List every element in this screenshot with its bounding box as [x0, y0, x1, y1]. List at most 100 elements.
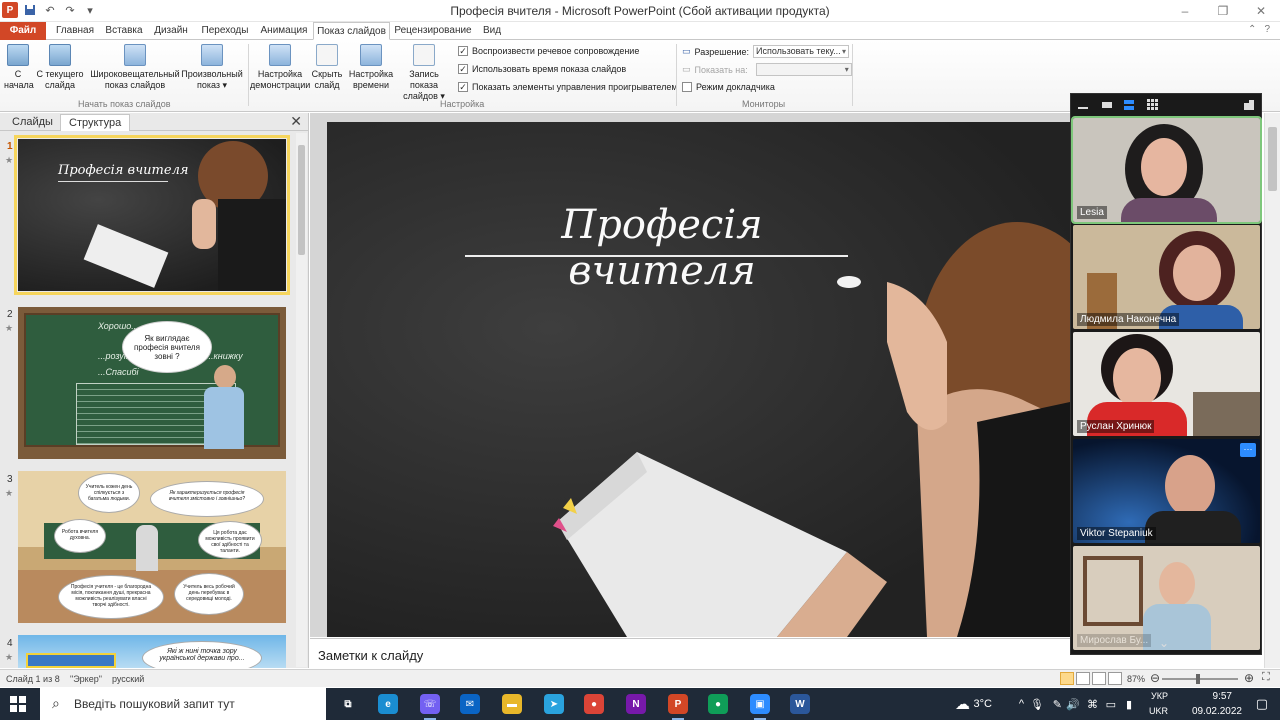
tab-review[interactable]: Рецензирование [394, 22, 472, 40]
show-media-controls-checkbox[interactable]: ✓ Показать элементы управления проигрыва… [458, 82, 678, 92]
slide-counter: Слайд 1 из 8 [6, 674, 60, 684]
hide-slide-icon [316, 44, 338, 66]
exit-fullscreen-icon[interactable] [1243, 99, 1255, 111]
from-current-slide-button[interactable]: С текущего слайда [34, 44, 86, 91]
speaker-view-icon[interactable] [1123, 99, 1135, 111]
teacher-photo [168, 139, 286, 291]
normal-view-button[interactable] [1060, 672, 1074, 685]
zoom-slider-knob[interactable] [1196, 674, 1200, 684]
notes-pane[interactable]: Заметки к слайду [310, 638, 1070, 669]
close-panel-icon[interactable]: ✕ [290, 113, 302, 130]
tab-slides[interactable]: Слайды [4, 114, 61, 131]
use-timings-checkbox[interactable]: ✓ Использовать время показа слайдов [458, 64, 626, 74]
more-options-button[interactable]: ··· [1240, 443, 1256, 457]
tab-design[interactable]: Дизайн [150, 22, 192, 40]
slide-scrollbar[interactable] [1264, 113, 1280, 668]
edge-icon[interactable]: e [378, 694, 398, 714]
clock-date[interactable]: 09.02.2022 [1192, 706, 1242, 717]
scrollbar-thumb[interactable] [1268, 127, 1277, 191]
participant-tile[interactable]: Руслан Хринюк [1073, 332, 1260, 436]
tab-file[interactable]: Файл [0, 22, 46, 40]
window-controls: – ❐ ✕ [1166, 0, 1280, 22]
group-separator [248, 44, 249, 106]
slide-thumbnail-4[interactable]: Які ж нині точка зору української держав… [18, 635, 286, 668]
powerpoint-icon[interactable]: P [668, 694, 688, 720]
current-slide[interactable]: Професія вчителя [327, 122, 1070, 637]
tab-insert[interactable]: Вставка [102, 22, 146, 40]
tab-home[interactable]: Главная [50, 22, 100, 40]
tab-slide-show[interactable]: Показ слайдов [313, 22, 390, 40]
timing-icon [360, 44, 382, 66]
zoom-icon[interactable]: ▣ [750, 694, 770, 720]
play-narrations-checkbox[interactable]: ✓ Воспроизвести речевое сопровождение [458, 46, 639, 56]
gallery-view-icon[interactable] [1147, 99, 1159, 111]
record-show-button[interactable]: Запись показа слайдов ▾ [394, 44, 454, 102]
microphone-icon[interactable]: 🎙 [1030, 698, 1044, 711]
ribbon-help-area: ⌃ ? [1248, 24, 1270, 35]
scrollbar-thumb[interactable] [298, 145, 305, 255]
chrome-icon[interactable]: ● [584, 694, 604, 714]
language-top[interactable]: УКР [1151, 691, 1168, 701]
hide-slide-button[interactable]: Скрыть слайд [310, 44, 344, 91]
viber-icon[interactable]: ☏ [420, 694, 440, 720]
maximize-button[interactable]: ❐ [1204, 0, 1242, 22]
close-button[interactable]: ✕ [1242, 0, 1280, 22]
zoom-slider[interactable] [1162, 674, 1238, 684]
from-beginning-button[interactable]: С начала [4, 44, 34, 91]
fit-to-window-icon[interactable]: ⛶ [1262, 671, 1270, 684]
reading-view-button[interactable] [1092, 672, 1106, 685]
mail-icon[interactable]: ✉ [460, 694, 480, 714]
setup-show-button[interactable]: Настройка демонстрации [250, 44, 310, 91]
language-bottom[interactable]: UKR [1149, 706, 1168, 716]
minimize-ribbon-icon[interactable]: ⌃ [1248, 24, 1256, 35]
panel-scrollbar[interactable] [296, 133, 307, 667]
participant-tile[interactable]: Мирослав Бу... [1073, 546, 1260, 650]
windows-start-icon[interactable] [10, 696, 26, 712]
rehearse-timings-button[interactable]: Настройка времени [348, 44, 394, 91]
minimize-button[interactable]: – [1166, 0, 1204, 22]
word-icon[interactable]: W [790, 694, 810, 714]
onenote-icon[interactable]: N [626, 694, 646, 714]
resolution-select[interactable]: Использовать теку... [753, 45, 849, 58]
chrome-alt-icon[interactable]: ● [708, 694, 728, 714]
tab-transitions[interactable]: Переходы [198, 22, 252, 40]
language-indicator[interactable]: русский [112, 674, 144, 684]
display-icon[interactable]: ▭ [1106, 698, 1116, 711]
tray-chevron-icon[interactable]: ^ [1019, 698, 1024, 710]
minimize-video-icon[interactable] [1077, 99, 1089, 111]
participant-tile[interactable]: ··· Viktor Stepaniuk [1073, 439, 1260, 543]
taskbar-search[interactable]: ⌕ Введіть пошуковий запит тут [40, 688, 326, 720]
weather-temp[interactable]: 3°C [974, 698, 992, 710]
zoom-level[interactable]: 87% [1127, 674, 1145, 684]
slide-show-view-button[interactable] [1108, 672, 1122, 685]
presenter-view-checkbox[interactable]: Режим докладчика [682, 82, 775, 92]
participant-tile[interactable]: Lesia [1071, 116, 1262, 224]
slide-thumbnail-1[interactable]: Професія вчителя [14, 135, 290, 295]
collapse-gallery-icon[interactable]: ⌄ [1159, 636, 1169, 650]
battery-icon[interactable]: ▮ [1126, 698, 1132, 711]
hide-video-icon[interactable] [1101, 99, 1113, 111]
network-icon[interactable]: ⌘ [1087, 698, 1098, 711]
zoom-in-icon[interactable]: ⊕ [1244, 671, 1254, 685]
slide-thumbnail-3[interactable]: Учитель кожен день спілкується з багатьм… [18, 471, 286, 623]
show-on-select[interactable] [755, 63, 852, 76]
zoom-out-icon[interactable]: ⊖ [1150, 671, 1160, 685]
thought-bubble: Професія учителя - це благородна місія, … [58, 575, 164, 619]
pen-icon[interactable]: ✎ [1053, 698, 1062, 711]
custom-show-button[interactable]: Произвольный показ ▾ [180, 44, 244, 91]
weather-icon[interactable]: ☁ [955, 695, 970, 713]
task-view-icon[interactable]: ⧉ [338, 694, 358, 714]
clock-time[interactable]: 9:57 [1213, 691, 1232, 702]
telegram-icon[interactable]: ➤ [544, 694, 564, 714]
slide-thumbnail-2[interactable]: Хорошо... ...розумних ...книжку ...Спаси… [18, 307, 286, 459]
notifications-icon[interactable]: ▢ [1256, 696, 1268, 712]
help-icon[interactable]: ? [1264, 24, 1270, 35]
speaker-icon[interactable]: 🔊 [1066, 698, 1080, 711]
tab-view[interactable]: Вид [478, 22, 506, 40]
tab-outline[interactable]: Структура [60, 114, 131, 131]
explorer-icon[interactable]: ▬ [502, 694, 522, 714]
slide-sorter-button[interactable] [1076, 672, 1090, 685]
participant-tile[interactable]: Людмила Наконечна [1073, 225, 1260, 329]
tab-animation[interactable]: Анимация [258, 22, 310, 40]
broadcast-show-button[interactable]: Широковещательный показ слайдов [90, 44, 180, 91]
